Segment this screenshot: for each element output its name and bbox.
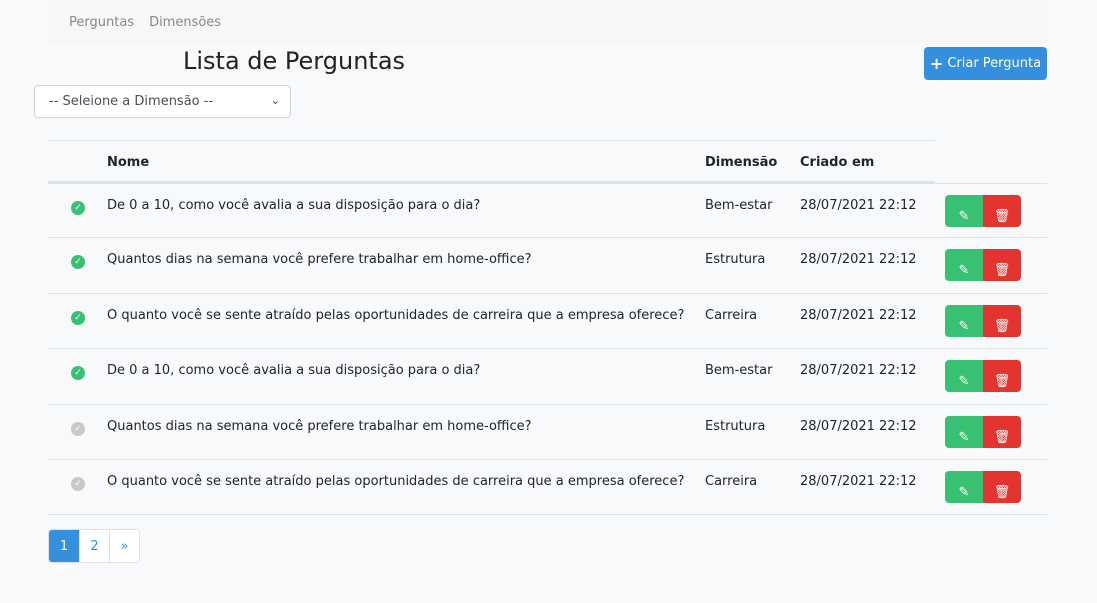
table-row: ✓ Quantos dias na semana você prefere tr… (48, 405, 1047, 460)
question-name: O quanto você se sente atraído pelas opo… (107, 473, 685, 489)
edit-icon: ✎ (958, 263, 970, 279)
question-dimension: Bem-estar (705, 198, 773, 213)
edit-button[interactable]: ✎ (945, 249, 983, 282)
check-circle-icon: ✓ (71, 476, 85, 491)
delete-button[interactable]: 🗑 (983, 360, 1021, 393)
page-1[interactable]: 1 (49, 530, 79, 562)
question-dimension: Carreira (705, 473, 758, 489)
check-circle-icon: ✓ (71, 255, 85, 270)
table-row: ✓ O quanto você se sente atraído pelas o… (48, 460, 1047, 516)
header-dimensao: Dimensão (705, 155, 778, 170)
row-actions: ✎ 🗑 (945, 470, 1021, 503)
check-circle-icon: ✓ (71, 421, 85, 436)
delete-button[interactable]: 🗑 (983, 249, 1021, 282)
trash-icon: 🗑 (993, 484, 1011, 500)
table-row: ✓ De 0 a 10, como você avalia a sua disp… (48, 349, 1047, 405)
create-question-button[interactable]: + Criar Pergunta (924, 47, 1047, 80)
edit-icon: ✎ (958, 484, 970, 500)
header-criado: Criado em (800, 155, 875, 170)
edit-button[interactable]: ✎ (945, 195, 983, 227)
table-row: ✓ De 0 a 10, como você avalia a sua disp… (48, 183, 1047, 239)
row-actions: ✎ 🗑 (945, 195, 1021, 227)
edit-icon: ✎ (958, 429, 970, 445)
edit-button[interactable]: ✎ (945, 360, 983, 393)
delete-button[interactable]: 🗑 (983, 195, 1021, 227)
row-actions: ✎ 🗑 (945, 249, 1021, 282)
nav-dimensoes[interactable]: Dimensões (149, 15, 221, 30)
delete-button[interactable]: 🗑 (983, 470, 1021, 503)
trash-icon: 🗑 (993, 318, 1011, 334)
check-circle-icon: ✓ (71, 366, 85, 381)
question-created: 28/07/2021 22:12 (800, 418, 917, 434)
page-title: Lista de Perguntas (183, 47, 406, 75)
question-created: 28/07/2021 22:12 (800, 252, 917, 268)
check-circle-icon: ✓ (71, 310, 85, 325)
question-name: Quantos dias na semana você prefere trab… (107, 252, 532, 268)
question-created: 28/07/2021 22:12 (800, 363, 917, 379)
question-dimension: Bem-estar (705, 363, 773, 379)
plus-icon: + (929, 54, 944, 73)
question-dimension: Estrutura (705, 252, 766, 268)
question-name: O quanto você se sente atraído pelas opo… (107, 307, 685, 323)
row-actions: ✎ 🗑 (945, 415, 1021, 448)
table-row: ✓ O quanto você se sente atraído pelas o… (48, 294, 1047, 350)
edit-icon: ✎ (958, 209, 970, 224)
pagination: 1 2 » (48, 529, 140, 563)
edit-icon: ✎ (958, 374, 970, 390)
edit-button[interactable]: ✎ (945, 470, 983, 503)
table-header: Nome Dimensão Criado em (48, 140, 935, 183)
row-actions: ✎ 🗑 (945, 304, 1021, 337)
question-created: 28/07/2021 22:12 (800, 307, 917, 323)
top-nav: Perguntas Dimensões (48, 0, 1048, 44)
edit-button[interactable]: ✎ (945, 415, 983, 448)
trash-icon: 🗑 (993, 209, 1011, 224)
edit-button[interactable]: ✎ (945, 304, 983, 337)
table-row: ✓ Quantos dias na semana você prefere tr… (48, 238, 1047, 294)
header-nome: Nome (107, 155, 150, 170)
trash-icon: 🗑 (993, 374, 1011, 390)
question-created: 28/07/2021 22:12 (800, 473, 917, 489)
trash-icon: 🗑 (993, 429, 1011, 445)
create-label: Criar Pergunta (947, 56, 1042, 71)
chevron-down-icon: ⌄ (270, 94, 280, 107)
check-circle-icon: ✓ (71, 201, 85, 215)
question-name: Quantos dias na semana você prefere trab… (107, 418, 532, 434)
delete-button[interactable]: 🗑 (983, 415, 1021, 448)
page-2[interactable]: 2 (79, 530, 109, 562)
delete-button[interactable]: 🗑 (983, 304, 1021, 337)
select-value: -- Seleione a Dimensão -- (49, 94, 214, 109)
question-name: De 0 a 10, como você avalia a sua dispos… (107, 363, 481, 379)
nav-perguntas[interactable]: Perguntas (69, 15, 134, 30)
edit-icon: ✎ (958, 318, 970, 334)
next-page[interactable]: » (109, 530, 139, 562)
question-name: De 0 a 10, como você avalia a sua dispos… (107, 198, 481, 213)
dimension-select[interactable]: -- Seleione a Dimensão -- ⌄ (34, 85, 291, 118)
table-body: ✓ De 0 a 10, como você avalia a sua disp… (48, 183, 1047, 516)
question-dimension: Carreira (705, 307, 758, 323)
question-dimension: Estrutura (705, 418, 766, 434)
row-actions: ✎ 🗑 (945, 360, 1021, 393)
question-created: 28/07/2021 22:12 (800, 198, 917, 213)
trash-icon: 🗑 (993, 263, 1011, 279)
